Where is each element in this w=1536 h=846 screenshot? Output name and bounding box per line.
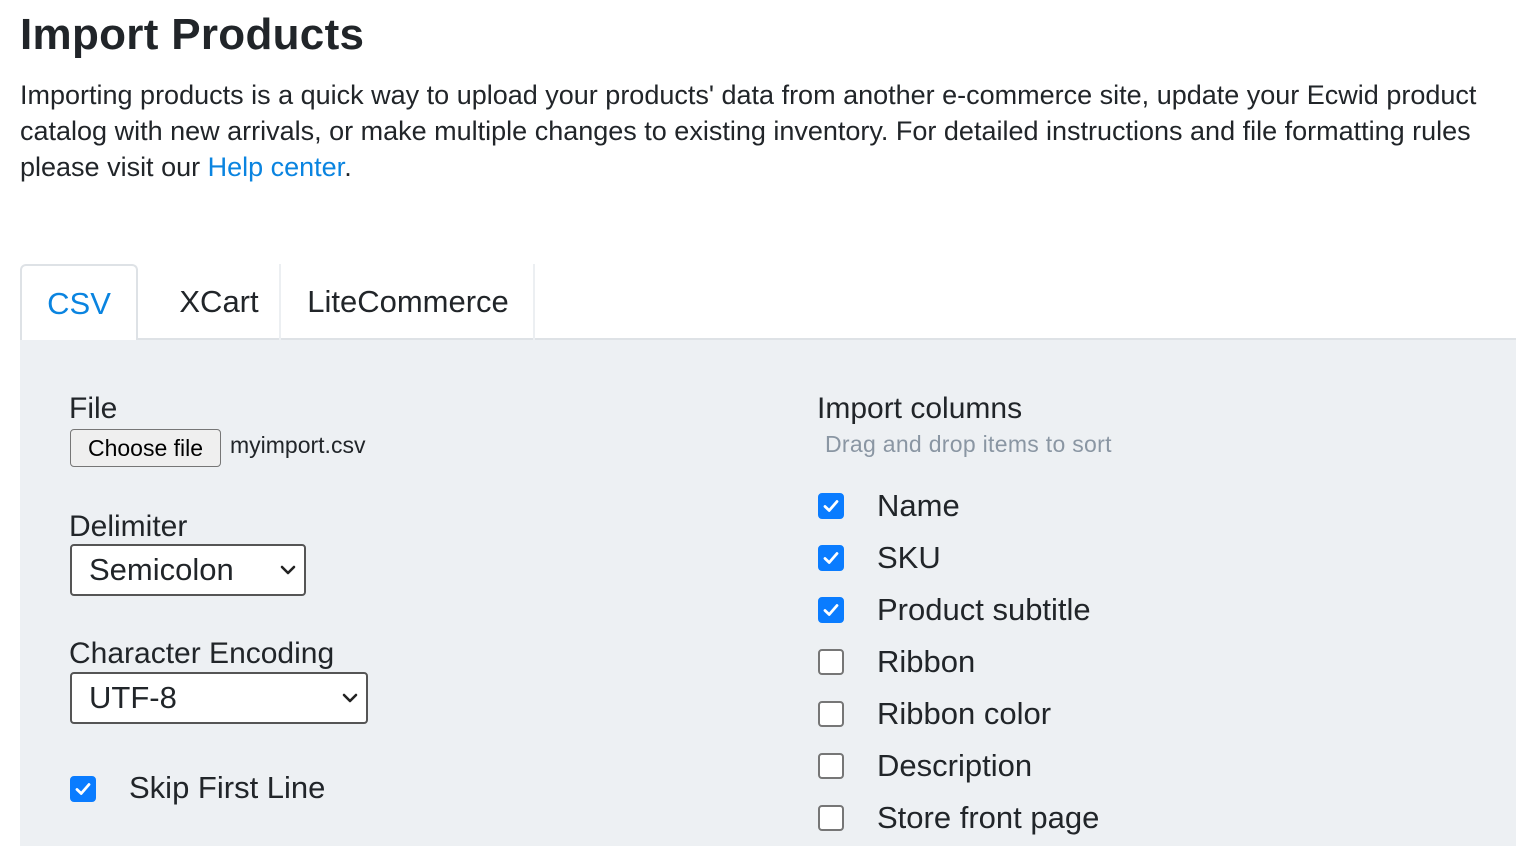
column-label: Ribbon [877, 644, 976, 679]
column-label: SKU [877, 540, 941, 575]
column-checkbox[interactable] [818, 753, 844, 779]
intro-text: Importing products is a quick way to upl… [20, 77, 1520, 185]
column-checkbox[interactable] [818, 597, 844, 623]
skip-first-line-label: Skip First Line [129, 770, 326, 805]
column-label: Description [877, 748, 1033, 783]
checkmark-icon [75, 783, 91, 795]
import-column-item[interactable]: Store front page [817, 798, 1417, 838]
page-title: Import Products [20, 10, 365, 59]
column-label: Ribbon color [877, 696, 1052, 731]
import-columns-title: Import columns [817, 392, 1023, 425]
column-checkbox[interactable] [818, 493, 844, 519]
checkmark-icon [823, 552, 839, 564]
csv-import-panel: File Choose file myimport.csv Delimiter … [20, 340, 1516, 846]
tab-xcart[interactable]: XCart [159, 264, 281, 340]
import-source-tabs: CSV XCart LiteCommerce [20, 264, 1516, 342]
column-label: Name [877, 488, 960, 523]
chevron-down-icon [342, 693, 358, 703]
import-column-item[interactable]: SKU [817, 538, 1417, 578]
import-column-item[interactable]: Ribbon color [817, 694, 1417, 734]
delimiter-value: Semicolon [89, 552, 234, 587]
encoding-select[interactable]: UTF-8 [70, 672, 368, 724]
encoding-label: Character Encoding [69, 637, 335, 670]
import-column-item[interactable]: Name [817, 486, 1417, 526]
column-label: Product subtitle [877, 592, 1091, 627]
tab-csv[interactable]: CSV [20, 264, 138, 342]
encoding-value: UTF-8 [89, 680, 177, 715]
skip-first-line-checkbox[interactable] [70, 776, 96, 802]
import-column-item[interactable]: Ribbon [817, 642, 1417, 682]
selected-file-name: myimport.csv [230, 432, 366, 458]
column-checkbox[interactable] [818, 649, 844, 675]
checkmark-icon [823, 500, 839, 512]
column-label: Store front page [877, 800, 1100, 835]
choose-file-button[interactable]: Choose file [70, 429, 221, 467]
file-label: File [69, 392, 118, 425]
chevron-down-icon [280, 565, 296, 575]
column-checkbox[interactable] [818, 545, 844, 571]
import-column-item[interactable]: Product subtitle [817, 590, 1417, 630]
tab-litecommerce[interactable]: LiteCommerce [283, 264, 535, 340]
column-checkbox[interactable] [818, 805, 844, 831]
column-checkbox[interactable] [818, 701, 844, 727]
help-center-link[interactable]: Help center [208, 152, 345, 182]
delimiter-select[interactable]: Semicolon [70, 544, 306, 596]
delimiter-label: Delimiter [69, 510, 188, 543]
intro-end: . [344, 152, 352, 182]
import-columns-hint: Drag and drop items to sort [825, 431, 1112, 457]
import-column-item[interactable]: Description [817, 746, 1417, 786]
checkmark-icon [823, 604, 839, 616]
